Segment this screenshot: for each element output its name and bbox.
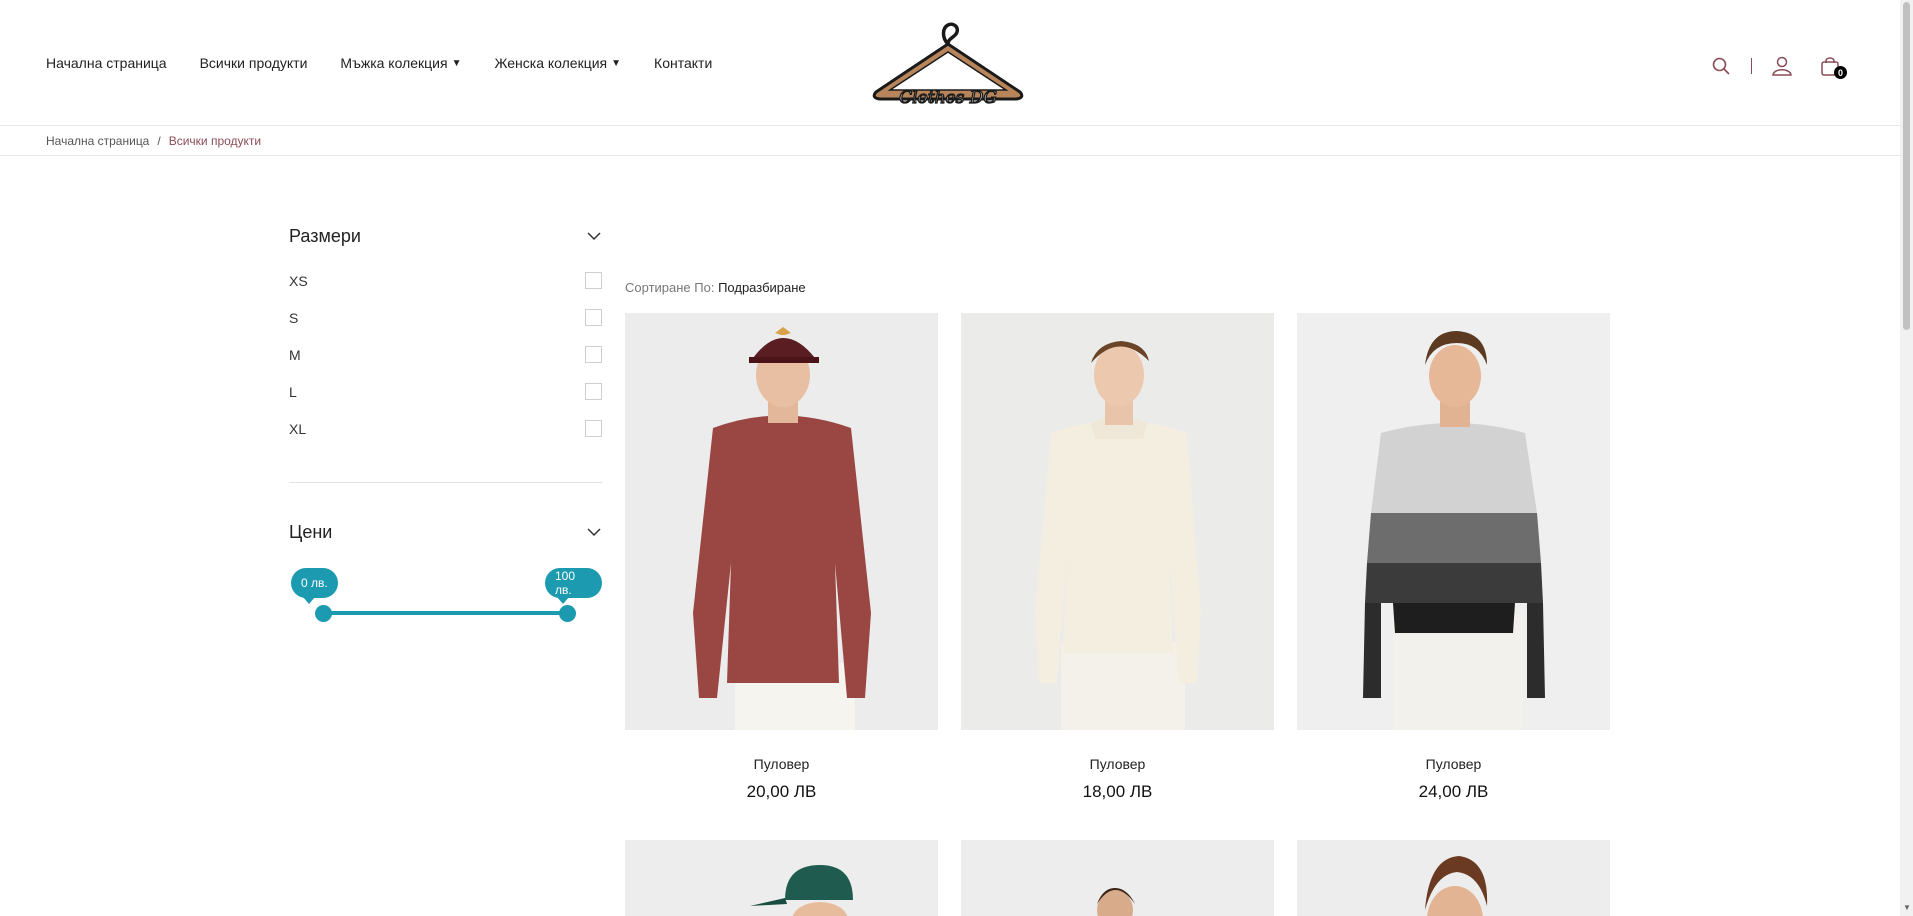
price-filter: Цени 0 лв. 100 лв. bbox=[289, 518, 602, 626]
size-label: XL bbox=[289, 420, 307, 437]
product-price: 20,00 ЛВ bbox=[746, 782, 817, 801]
size-label: M bbox=[289, 346, 301, 363]
product-card[interactable]: Пуловер 20,00 ЛВ bbox=[625, 313, 938, 802]
breadcrumb: Начална страница / Всички продукти bbox=[46, 134, 261, 148]
size-option-l[interactable]: L bbox=[289, 373, 602, 410]
nav-all-products[interactable]: Всички продукти bbox=[200, 55, 308, 71]
breadcrumb-home[interactable]: Начална страница bbox=[46, 134, 149, 148]
product-card[interactable] bbox=[1297, 840, 1610, 916]
product-image[interactable] bbox=[625, 313, 938, 730]
size-label: XS bbox=[289, 272, 308, 289]
product-card[interactable]: Пуловер 24,00 ЛВ bbox=[1297, 313, 1610, 802]
nav-home[interactable]: Начална страница bbox=[46, 55, 167, 71]
site-logo[interactable]: Clothes DG bbox=[866, 12, 1030, 110]
model-sweater-image bbox=[625, 313, 938, 730]
product-card[interactable] bbox=[961, 840, 1274, 916]
price-filter-header[interactable]: Цени bbox=[289, 518, 602, 546]
size-checkbox[interactable] bbox=[585, 383, 602, 400]
nav-women-label: Женска колекция bbox=[494, 55, 608, 71]
model-cap-image bbox=[625, 840, 938, 916]
model-image bbox=[1297, 840, 1610, 916]
search-icon[interactable] bbox=[1707, 52, 1735, 80]
model-sweater-image bbox=[961, 313, 1274, 730]
site-header: Начална страница Всички продукти Мъжка к… bbox=[0, 0, 1900, 126]
size-option-m[interactable]: M bbox=[289, 336, 602, 373]
product-price: 18,00 ЛВ bbox=[1082, 782, 1153, 801]
sort-control[interactable]: Сортиране По: Подразбиране bbox=[625, 280, 806, 295]
price-min-handle[interactable] bbox=[315, 605, 332, 622]
main-nav: Начална страница Всички продукти Мъжка к… bbox=[46, 55, 712, 71]
product-image[interactable] bbox=[625, 840, 938, 916]
filter-divider bbox=[289, 482, 602, 483]
breadcrumb-divider bbox=[0, 155, 1900, 156]
chevron-down-icon bbox=[587, 232, 601, 241]
nav-all-products-label: Всички продукти bbox=[199, 55, 308, 71]
price-filter-title: Цени bbox=[289, 521, 333, 542]
size-option-s[interactable]: S bbox=[289, 299, 602, 336]
price-max-bubble: 100 лв. bbox=[545, 568, 602, 604]
sort-value: Подразбиране bbox=[718, 280, 806, 295]
cart-count-badge: 0 bbox=[1834, 66, 1847, 79]
size-option-xl[interactable]: XL bbox=[289, 410, 602, 447]
price-range-slider[interactable]: 0 лв. 100 лв. bbox=[289, 556, 602, 626]
breadcrumb-current: Всички продукти bbox=[168, 134, 262, 148]
logo-text: Clothes DG bbox=[899, 88, 997, 108]
header-divider bbox=[1751, 58, 1752, 74]
caret-down-icon: ▼ bbox=[611, 57, 622, 69]
cart-button[interactable]: 0 bbox=[1816, 52, 1847, 80]
filter-sidebar: Размери XS S M L XL Цени 0 лв. 100 лв. bbox=[289, 222, 602, 626]
sizes-filter-header[interactable]: Размери bbox=[289, 222, 602, 250]
hanger-logo-icon: Clothes DG bbox=[872, 22, 1024, 109]
breadcrumb-separator: / bbox=[157, 134, 161, 148]
product-image[interactable] bbox=[1297, 840, 1610, 916]
size-label: L bbox=[289, 383, 297, 400]
sort-label: Сортиране По: bbox=[625, 280, 715, 295]
header-actions: 0 bbox=[1707, 52, 1847, 80]
scroll-down-arrow-icon[interactable]: ▼ bbox=[1903, 903, 1911, 912]
user-icon[interactable] bbox=[1768, 52, 1796, 80]
product-name[interactable]: Пуловер bbox=[961, 756, 1274, 772]
size-checkbox[interactable] bbox=[585, 309, 602, 326]
size-options: XS S M L XL bbox=[289, 262, 602, 447]
nav-women-collection[interactable]: Женска колекция ▼ bbox=[494, 55, 621, 71]
product-card[interactable]: Пуловер 18,00 ЛВ bbox=[961, 313, 1274, 802]
page-scrollbar[interactable]: ▼ bbox=[1900, 0, 1913, 916]
size-checkbox[interactable] bbox=[585, 272, 602, 289]
product-image[interactable] bbox=[961, 840, 1274, 916]
model-image bbox=[961, 840, 1274, 916]
nav-men-label: Мъжка колекция bbox=[340, 55, 448, 71]
product-name[interactable]: Пуловер bbox=[625, 756, 938, 772]
scrollbar-thumb[interactable] bbox=[1903, 2, 1910, 330]
product-price: 24,00 ЛВ bbox=[1418, 782, 1489, 801]
size-label: S bbox=[289, 309, 299, 326]
nav-contacts-label: Контакти bbox=[654, 55, 713, 71]
nav-home-label: Начална страница bbox=[46, 55, 167, 71]
product-name[interactable]: Пуловер bbox=[1297, 756, 1610, 772]
nav-contacts[interactable]: Контакти bbox=[654, 55, 712, 71]
product-card[interactable] bbox=[625, 840, 938, 916]
nav-men-collection[interactable]: Мъжка колекция ▼ bbox=[340, 55, 461, 71]
product-image[interactable] bbox=[961, 313, 1274, 730]
chevron-down-icon bbox=[587, 528, 601, 537]
price-max-handle[interactable] bbox=[559, 605, 576, 622]
sizes-filter-title: Размери bbox=[289, 225, 361, 246]
model-sweater-image bbox=[1297, 313, 1610, 730]
product-image[interactable] bbox=[1297, 313, 1610, 730]
price-slider-track bbox=[322, 611, 567, 615]
size-checkbox[interactable] bbox=[585, 420, 602, 437]
size-option-xs[interactable]: XS bbox=[289, 262, 602, 299]
size-checkbox[interactable] bbox=[585, 346, 602, 363]
caret-down-icon: ▼ bbox=[451, 57, 462, 69]
price-min-bubble: 0 лв. bbox=[291, 568, 338, 604]
